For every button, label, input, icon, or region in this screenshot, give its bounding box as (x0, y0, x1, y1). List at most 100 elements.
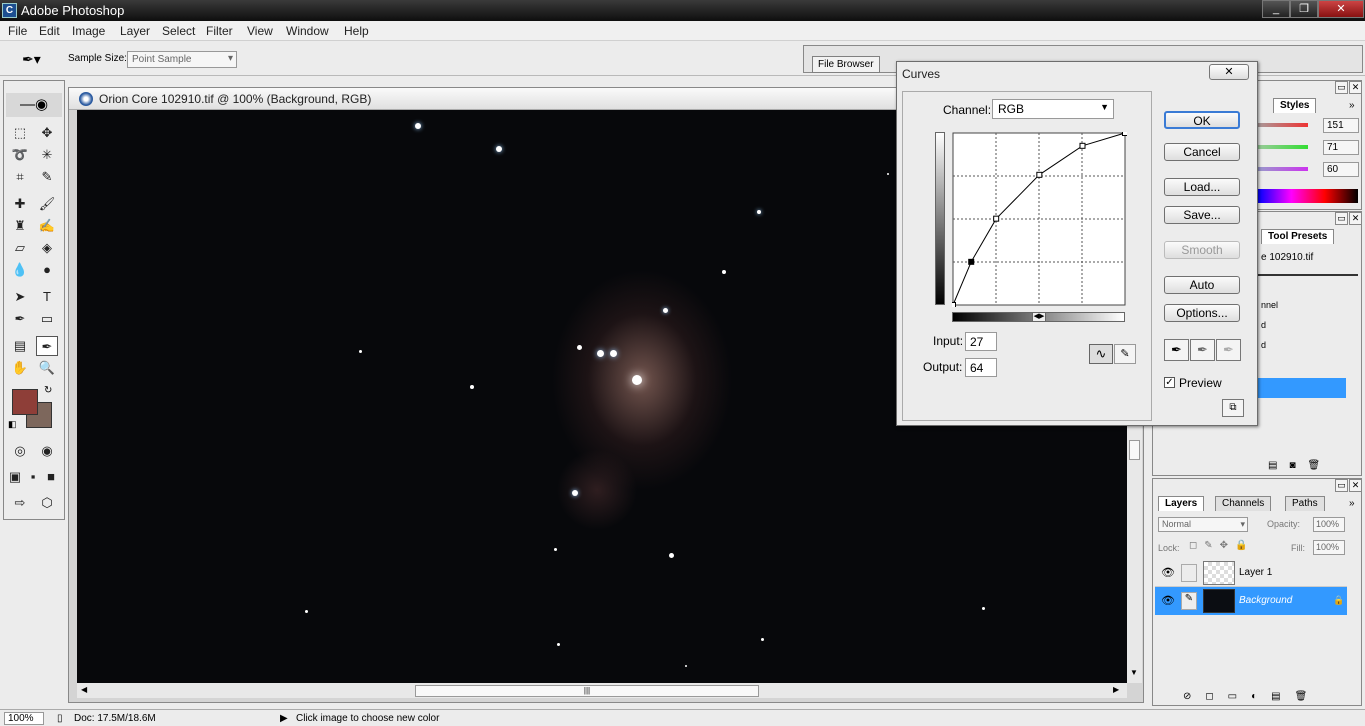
tab-layers[interactable]: Layers (1158, 496, 1205, 511)
black-point-eyedropper-icon[interactable]: ✒ (1164, 339, 1189, 361)
history-snapshot[interactable]: e 102910.tif (1261, 252, 1313, 263)
green-slider[interactable] (1258, 145, 1308, 149)
expand-graph-icon[interactable]: ⧉ (1222, 399, 1244, 417)
tab-tool-presets[interactable]: Tool Presets (1261, 229, 1335, 244)
blue-slider[interactable] (1258, 167, 1308, 171)
screen-mode-standard-icon[interactable]: ▣ (6, 467, 24, 487)
quick-mask-icon[interactable]: ◉ (36, 441, 58, 461)
history-item-selected[interactable] (1258, 378, 1346, 398)
lock-icons[interactable]: ◻✎✥🔒 (1189, 540, 1255, 551)
panel-close-icon[interactable]: ✕ (1349, 81, 1362, 94)
gray-point-eyedropper-icon[interactable]: ✒ (1190, 339, 1215, 361)
panel-minimize-icon[interactable]: ▭ (1335, 81, 1348, 94)
fill-field[interactable]: 100% (1313, 540, 1345, 555)
paint-bucket-icon[interactable]: ◈ (36, 238, 58, 258)
screen-mode-full-icon[interactable]: ■ (42, 467, 60, 487)
panel-minimize-icon[interactable]: ▭ (1335, 212, 1348, 225)
history-item[interactable]: nnel (1261, 300, 1278, 310)
white-point-eyedropper-icon[interactable]: ✒ (1216, 339, 1241, 361)
layer-row-layer1[interactable]: 👁 Layer 1 (1155, 559, 1347, 587)
opacity-field[interactable]: 100% (1313, 517, 1345, 532)
zoom-field[interactable]: 100% (4, 712, 44, 725)
close-window-button[interactable]: ✕ (1318, 0, 1364, 18)
preview-checkbox[interactable]: ✓ (1164, 377, 1175, 388)
magic-wand-icon[interactable]: ✳ (36, 145, 58, 165)
layer-name[interactable]: Layer 1 (1239, 567, 1272, 578)
panel-menu-icon[interactable]: » (1349, 100, 1355, 111)
eyedropper-tool-icon[interactable]: ✒ (36, 336, 58, 356)
scroll-down-icon[interactable]: ▼ (1130, 668, 1138, 677)
default-colors-icon[interactable]: ◧ (8, 419, 17, 430)
curve-graph[interactable] (952, 132, 1127, 307)
load-button[interactable]: Load... (1164, 178, 1240, 196)
red-slider[interactable] (1258, 123, 1308, 127)
type-tool-icon[interactable]: T (36, 287, 58, 307)
curve-point[interactable] (993, 215, 1000, 222)
scroll-left-icon[interactable]: ◀ (81, 685, 87, 694)
color-ramp[interactable] (1258, 189, 1358, 203)
brush-link-icon[interactable]: ✎ (1181, 592, 1197, 610)
pencil-mode-icon[interactable]: ✎ (1114, 344, 1136, 364)
lasso-tool-icon[interactable]: ➰ (9, 145, 31, 165)
brush-tool-icon[interactable]: 🖌 (36, 194, 58, 214)
save-button[interactable]: Save... (1164, 206, 1240, 224)
layer-row-background[interactable]: 👁 ✎ Background 🔒 (1155, 587, 1347, 615)
zoom-tool-icon[interactable]: 🔍 (36, 358, 58, 378)
visibility-eye-icon[interactable]: 👁 (1161, 594, 1175, 607)
curve-point[interactable] (1036, 171, 1043, 178)
panel-close-icon[interactable]: ✕ (1349, 479, 1362, 492)
shape-tool-icon[interactable]: ▭ (36, 309, 58, 329)
curve-mode-icon[interactable]: ∿ (1089, 344, 1113, 364)
ok-button[interactable]: OK (1164, 111, 1240, 129)
status-arrow-icon[interactable]: ▶ (280, 713, 288, 724)
visibility-eye-icon[interactable]: 👁 (1161, 566, 1175, 579)
swap-colors-icon[interactable]: ↻ (44, 385, 52, 396)
scroll-right-icon[interactable]: ▶ (1113, 685, 1119, 694)
vertical-scroll-thumb[interactable] (1129, 440, 1140, 460)
panel-menu-icon[interactable]: » (1349, 498, 1355, 509)
channel-select[interactable]: RGB ▼ (992, 99, 1114, 119)
output-field[interactable]: 64 (965, 358, 997, 377)
curve-point[interactable] (952, 302, 956, 308)
move-tool-icon[interactable]: ✥ (36, 123, 58, 143)
hand-tool-icon[interactable]: ✋ (9, 358, 31, 378)
blend-mode-select[interactable]: Normal ▾ (1158, 517, 1248, 532)
smooth-button[interactable]: Smooth (1164, 241, 1240, 259)
standard-mode-icon[interactable]: ◎ (9, 441, 31, 461)
curve-point[interactable] (1079, 142, 1086, 149)
healing-brush-icon[interactable]: ✚ (9, 194, 31, 214)
history-footer-icons[interactable]: ▤◙🗑 (1268, 460, 1332, 471)
cancel-button[interactable]: Cancel (1164, 143, 1240, 161)
curve-point[interactable] (1122, 132, 1128, 136)
history-item[interactable]: d (1261, 340, 1266, 350)
blue-value[interactable]: 60 (1323, 162, 1359, 177)
input-field[interactable]: 27 (965, 332, 997, 351)
green-value[interactable]: 71 (1323, 140, 1359, 155)
file-browser-tab[interactable]: File Browser (812, 56, 880, 73)
adobe-eye-icon[interactable]: —◉ (6, 93, 62, 117)
marquee-tool-icon[interactable]: ⬚ (9, 123, 31, 143)
minimize-button[interactable]: _ (1262, 0, 1290, 18)
clone-stamp-icon[interactable]: ♜ (9, 216, 31, 236)
gradient-toggle-icon[interactable]: ◀▶ (1032, 312, 1046, 322)
menu-window[interactable]: Window (286, 24, 329, 38)
menu-help[interactable]: Help (344, 24, 369, 38)
panel-minimize-icon[interactable]: ▭ (1335, 479, 1348, 492)
menu-file[interactable]: File (8, 24, 27, 38)
eraser-tool-icon[interactable]: ▱ (9, 238, 31, 258)
menu-view[interactable]: View (247, 24, 273, 38)
foreground-color-swatch[interactable] (12, 389, 38, 415)
link-slot[interactable] (1181, 564, 1197, 582)
layers-footer-icons[interactable]: ⊘◻▭◐▤🗑 (1183, 691, 1321, 702)
auto-button[interactable]: Auto (1164, 276, 1240, 294)
horizontal-scroll-thumb[interactable]: ||| (415, 685, 759, 697)
imageready-icon[interactable]: ⬡ (36, 493, 58, 513)
crop-tool-icon[interactable]: ⌗ (9, 167, 31, 187)
notes-tool-icon[interactable]: ▤ (9, 336, 31, 356)
tab-styles[interactable]: Styles (1273, 98, 1317, 113)
options-button[interactable]: Options... (1164, 304, 1240, 322)
menu-edit[interactable]: Edit (39, 24, 60, 38)
layer-name[interactable]: Background (1239, 595, 1292, 606)
jump-to-imageready-icon[interactable]: ⇨ (9, 493, 31, 513)
menu-image[interactable]: Image (72, 24, 105, 38)
